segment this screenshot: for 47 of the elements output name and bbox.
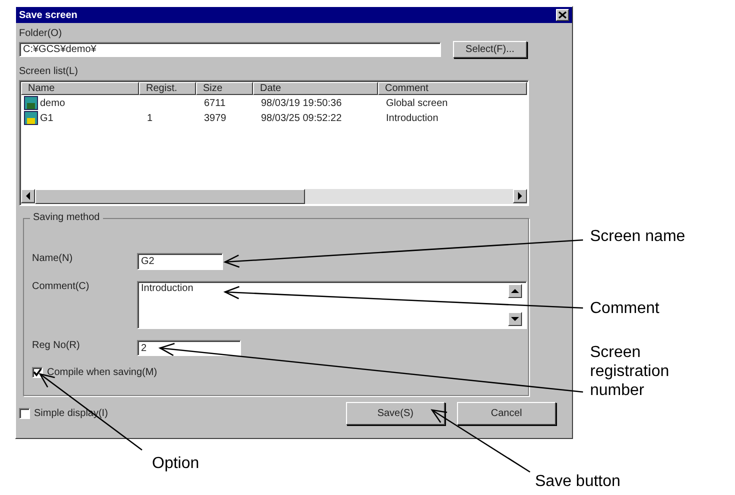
group-title: Saving method — [30, 212, 103, 223]
window-title: Save screen — [19, 10, 78, 20]
list-row[interactable]: demo 6711 98/03/19 19:50:36 Global screen — [21, 96, 527, 110]
screen-list-label: Screen list(L) — [19, 66, 79, 78]
annotation-label: Screen name — [590, 228, 686, 246]
comment-value: Introduction — [141, 283, 194, 294]
column-header[interactable]: Name — [21, 82, 139, 95]
annotation-label: Option — [152, 455, 200, 473]
column-header[interactable]: Regist. — [139, 82, 196, 95]
table-cell-text: Introduction — [385, 112, 440, 124]
list-row[interactable]: G1 1 3979 98/03/25 09:52:22 Introduction — [21, 111, 527, 125]
column-header[interactable]: Comment — [378, 82, 527, 95]
table-cell-text: G1 — [39, 112, 54, 124]
comment-field[interactable]: Introduction — [137, 281, 527, 329]
screen-file-icon — [24, 111, 38, 125]
right-arrow-icon[interactable] — [517, 192, 523, 200]
annotation-label: Comment — [590, 300, 660, 318]
table-cell-text: 1 — [146, 112, 154, 124]
select-button[interactable]: Select(F)... — [453, 41, 527, 58]
column-header[interactable]: Date — [253, 82, 378, 95]
compile-checkbox[interactable]: Compile when saving(M) — [32, 367, 528, 378]
reg-no-label: Reg No(R) — [32, 340, 81, 353]
reg-no-field[interactable]: 2 — [137, 340, 241, 356]
close-button[interactable] — [556, 9, 569, 21]
screen-list[interactable]: Name Regist. Size Date Comment demo 6711 98/03/19 19:50:36 Global screen G1 1 3979 98/03/25 09:52:22 Introduction — [19, 80, 529, 206]
annotation-label: Screen registration number — [590, 343, 670, 400]
check-icon — [33, 368, 42, 377]
folder-field[interactable]: C:¥GCS¥demo¥ — [19, 42, 441, 57]
cancel-button[interactable]: Cancel — [456, 402, 556, 425]
screen-file-icon — [24, 96, 38, 110]
folder-label: Folder(O) — [19, 28, 63, 40]
table-cell-text: 98/03/19 19:50:36 — [260, 98, 343, 108]
up-arrow-icon[interactable] — [511, 288, 519, 294]
comment-label: Comment(C) — [32, 281, 90, 294]
down-arrow-icon[interactable] — [511, 316, 519, 322]
column-header[interactable]: Size — [196, 82, 253, 95]
name-field[interactable]: G2 — [137, 253, 223, 270]
name-label: Name(N) — [32, 253, 74, 266]
table-cell-text: Global screen — [385, 98, 449, 108]
table-cell-text: 3979 — [203, 112, 228, 124]
table-cell-text: demo — [39, 98, 66, 108]
annotation-label: Save button — [535, 473, 620, 491]
left-arrow-icon[interactable] — [25, 192, 31, 200]
horizontal-scrollbar[interactable] — [21, 189, 527, 204]
table-cell-text: 6711 — [203, 98, 227, 108]
save-button[interactable]: Save(S) — [346, 402, 445, 425]
table-cell-text: 98/03/25 09:52:22 — [260, 112, 343, 124]
